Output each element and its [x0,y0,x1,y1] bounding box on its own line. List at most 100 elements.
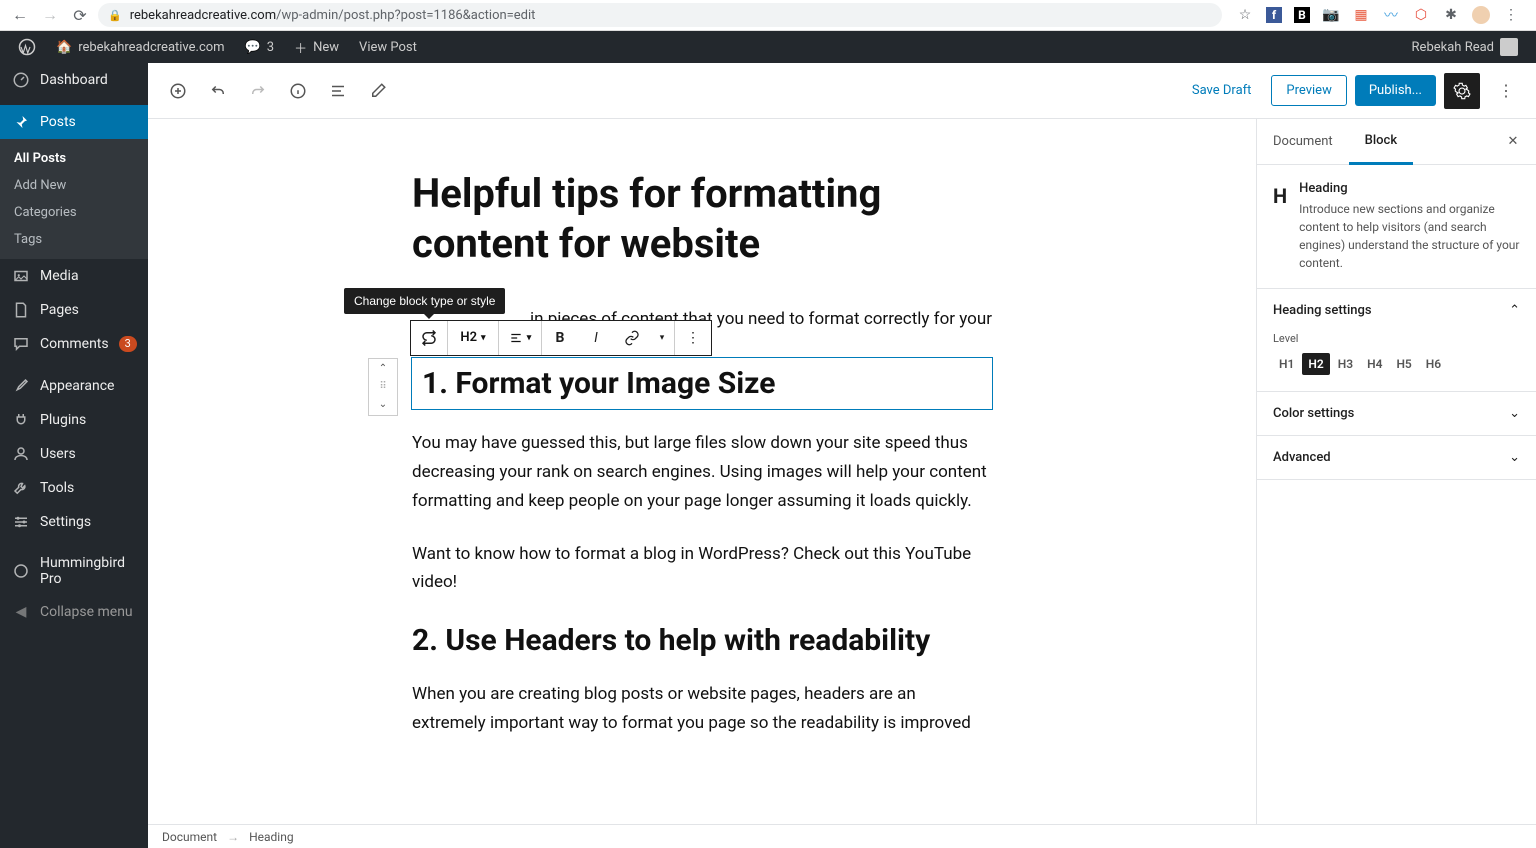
paragraph-block[interactable]: Want to know how to format a blog in Wor… [412,540,992,598]
extensions-icon[interactable]: ✱ [1442,6,1460,24]
avatar [1500,38,1518,56]
menu-appearance[interactable]: Appearance [0,369,148,403]
block-more-button[interactable]: ⋮ [675,321,711,355]
admin-sidebar: Dashboard Posts All Posts Add New Catego… [0,63,148,848]
heading-level-dropdown[interactable]: H2▾ [448,330,498,345]
menu-posts[interactable]: Posts [0,105,148,139]
advanced-panel: Advanced⌄ [1257,436,1536,480]
color-settings-toggle[interactable]: Color settings⌄ [1257,392,1536,435]
heading-level-h5[interactable]: H5 [1390,353,1417,375]
link-button[interactable] [614,321,650,355]
star-icon[interactable]: ☆ [1236,6,1254,24]
outline-button[interactable] [320,73,356,109]
breadcrumb-item[interactable]: Document [162,830,217,844]
heading-level-picker: H1H2H3H4H5H6 [1273,353,1520,375]
url-text: rebekahreadcreative.com/wp-admin/post.ph… [130,8,536,23]
heading-level-h3[interactable]: H3 [1332,353,1359,375]
editor-canvas[interactable]: Helpful tips for formatting content for … [148,119,1256,824]
tooltip: Change block type or style [344,288,505,314]
post-title[interactable]: Helpful tips for formatting content for … [412,169,992,269]
submenu-all-posts[interactable]: All Posts [0,145,148,172]
more-rich-text-button[interactable]: ▾ [650,321,674,355]
menu-media[interactable]: Media [0,259,148,293]
wrench-icon [12,479,30,497]
redo-button[interactable] [240,73,276,109]
editor-toolbar: Save Draft Preview Publish... ⋮ [148,63,1536,119]
tab-block[interactable]: Block [1349,119,1413,165]
profile-avatar-icon[interactable] [1472,6,1490,24]
add-block-button[interactable] [160,73,196,109]
move-up-button[interactable]: ⌃ [369,359,397,379]
ext-camera-icon[interactable]: 📷 [1322,6,1340,24]
menu-settings[interactable]: Settings [0,505,148,539]
advanced-toggle[interactable]: Advanced⌄ [1257,436,1536,479]
user-menu[interactable]: Rebekah Read [1402,31,1528,63]
more-options-button[interactable]: ⋮ [1488,73,1524,109]
paragraph-block[interactable]: When you are creating blog posts or webs… [412,680,992,738]
comments-badge: 3 [119,336,137,352]
brush-icon [12,377,30,395]
undo-button[interactable] [200,73,236,109]
menu-users[interactable]: Users [0,437,148,471]
move-down-button[interactable]: ⌄ [369,395,397,415]
hummingbird-icon [12,562,30,580]
menu-dashboard[interactable]: Dashboard [0,63,148,97]
back-icon[interactable]: ← [8,3,32,27]
lock-icon: 🔒 [108,9,122,22]
save-draft-button[interactable]: Save Draft [1180,75,1264,106]
publish-button[interactable]: Publish... [1355,75,1436,106]
editor: Save Draft Preview Publish... ⋮ Helpful … [148,63,1536,848]
submenu-add-new[interactable]: Add New [0,172,148,199]
comments-link[interactable]: 💬3 [235,31,285,63]
url-bar[interactable]: 🔒 rebekahreadcreative.com/wp-admin/post.… [98,3,1222,27]
block-toolbar: H2▾ ▾ B I ▾ ⋮ [410,320,712,356]
edit-mode-button[interactable] [360,73,396,109]
tab-document[interactable]: Document [1257,120,1349,163]
new-content-link[interactable]: ＋New [284,31,349,63]
breadcrumb: Document → Heading [148,824,1536,848]
heading-level-h6[interactable]: H6 [1420,353,1447,375]
ext-wave-icon[interactable]: 〰 [1382,6,1400,24]
forward-icon[interactable]: → [38,3,62,27]
ext-grid-icon[interactable]: ▦ [1352,6,1370,24]
menu-plugins[interactable]: Plugins [0,403,148,437]
posts-submenu: All Posts Add New Categories Tags [0,139,148,259]
menu-comments[interactable]: Comments 3 [0,327,148,361]
browser-menu-icon[interactable]: ⋮ [1502,6,1520,24]
ext-facebook-icon[interactable]: f [1266,7,1282,23]
menu-pages[interactable]: Pages [0,293,148,327]
transform-block-button[interactable] [411,321,447,355]
view-post-link[interactable]: View Post [349,31,427,63]
heading-settings-toggle[interactable]: Heading settings⌃ [1257,289,1536,332]
ext-buffer-icon[interactable]: B [1294,7,1310,23]
menu-hummingbird[interactable]: Hummingbird Pro [0,547,148,595]
bold-button[interactable]: B [542,321,578,355]
reload-icon[interactable]: ⟳ [68,3,92,27]
heading-level-h2[interactable]: H2 [1302,353,1329,375]
submenu-tags[interactable]: Tags [0,226,148,253]
sliders-icon [12,513,30,531]
site-home-link[interactable]: 🏠rebekahreadcreative.com [46,31,235,63]
heading-block-selected[interactable]: 1. Format your Image Size [412,358,992,409]
close-settings-button[interactable]: ✕ [1498,127,1528,157]
heading-level-h1[interactable]: H1 [1273,353,1300,375]
wp-logo-icon[interactable] [8,31,46,63]
italic-button[interactable]: I [578,321,614,355]
comment-icon [12,335,30,353]
breadcrumb-item[interactable]: Heading [249,830,294,844]
submenu-categories[interactable]: Categories [0,199,148,226]
settings-toggle-button[interactable] [1444,73,1480,109]
paragraph-block[interactable]: You may have guessed this, but large fil… [412,429,992,516]
drag-handle-icon[interactable]: ⠿ [369,379,397,395]
home-icon: 🏠 [56,40,72,55]
ext-hex-icon[interactable]: ⬡ [1412,6,1430,24]
heading-block[interactable]: 2. Use Headers to help with readability [412,621,992,660]
align-dropdown[interactable]: ▾ [499,331,541,345]
heading-level-h4[interactable]: H4 [1361,353,1388,375]
user-icon [12,445,30,463]
menu-tools[interactable]: Tools [0,471,148,505]
preview-button[interactable]: Preview [1271,75,1346,106]
page-icon [12,301,30,319]
menu-collapse[interactable]: ◀Collapse menu [0,595,148,629]
info-button[interactable] [280,73,316,109]
